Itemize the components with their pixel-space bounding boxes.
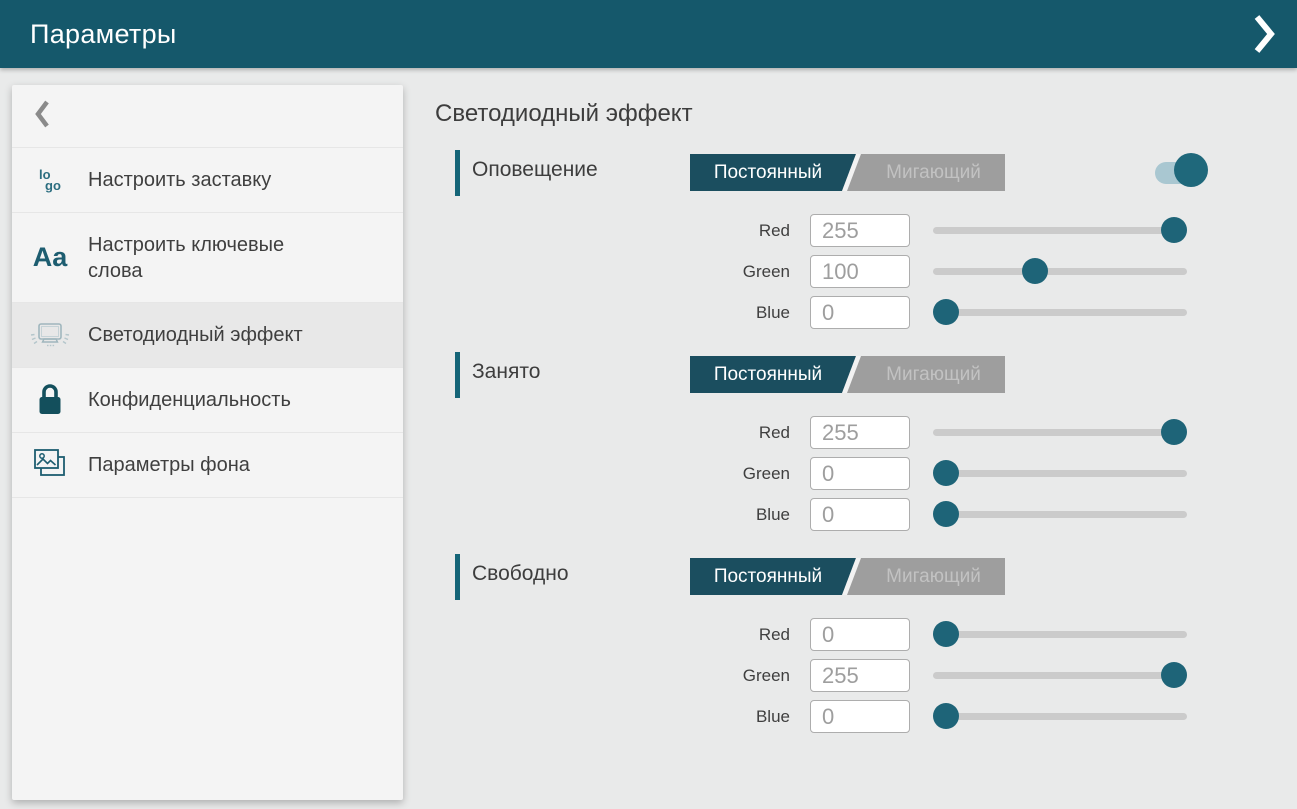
green-label: Green	[455, 464, 790, 484]
sidebar-item-privacy[interactable]: Конфиденциальность	[12, 368, 403, 433]
green-slider[interactable]	[933, 659, 1187, 692]
red-value-input[interactable]	[810, 618, 910, 651]
section-notification: Оповещение Мигающий Постоянный Red	[455, 150, 1245, 196]
slider-thumb[interactable]	[933, 703, 959, 729]
blue-value-input[interactable]	[810, 498, 910, 531]
slider-track	[933, 268, 1187, 275]
red-row: Red	[455, 214, 1245, 247]
green-row: Green	[455, 457, 1245, 490]
green-value-input[interactable]	[810, 457, 910, 490]
sidebar-item-led-effect[interactable]: Светодиодный эффект	[12, 303, 403, 368]
sidebar-item-label: Параметры фона	[88, 442, 260, 488]
lock-icon	[12, 382, 88, 418]
red-slider[interactable]	[933, 214, 1187, 247]
blue-row: Blue	[455, 498, 1245, 531]
section-name: Занято	[472, 360, 540, 384]
sidebar-item-label: Конфиденциальность	[88, 377, 301, 423]
slider-thumb[interactable]	[933, 621, 959, 647]
sidebar-item-screensaver[interactable]: logo Настроить заставку	[12, 148, 403, 213]
section-name: Свободно	[472, 562, 569, 586]
blue-label: Blue	[455, 707, 790, 727]
section-name: Оповещение	[472, 158, 598, 182]
slider-track	[933, 470, 1187, 477]
notification-enabled-toggle[interactable]	[1155, 150, 1211, 190]
app-title: Параметры	[30, 19, 177, 50]
slider-thumb[interactable]	[1161, 419, 1187, 445]
mode-option-blinking[interactable]: Мигающий	[862, 558, 1005, 595]
slider-track	[933, 429, 1187, 436]
free-mode-segmented: Мигающий Постоянный	[690, 558, 1005, 595]
red-label: Red	[455, 423, 790, 443]
red-slider[interactable]	[933, 416, 1187, 449]
slider-thumb[interactable]	[1022, 258, 1048, 284]
red-value-input[interactable]	[810, 214, 910, 247]
mode-option-blinking[interactable]: Мигающий	[862, 356, 1005, 393]
slider-track	[933, 672, 1187, 679]
mode-option-solid[interactable]: Постоянный	[690, 558, 856, 595]
section-accent-bar	[455, 150, 460, 196]
app-header: Параметры	[0, 0, 1297, 68]
blue-row: Blue	[455, 700, 1245, 733]
blue-value-input[interactable]	[810, 700, 910, 733]
slider-thumb[interactable]	[933, 460, 959, 486]
section-busy: Занято Мигающий Постоянный Red Green	[455, 352, 1245, 398]
toggle-knob	[1174, 153, 1208, 187]
sidebar-item-background[interactable]: Параметры фона	[12, 433, 403, 498]
slider-thumb[interactable]	[1161, 217, 1187, 243]
green-row: Green	[455, 659, 1245, 692]
green-label: Green	[455, 666, 790, 686]
sidebar-item-label: Светодиодный эффект	[88, 312, 313, 358]
blue-slider[interactable]	[933, 296, 1187, 329]
red-label: Red	[455, 221, 790, 241]
sidebar-item-label: Настроить заставку	[88, 157, 281, 203]
sidebar-collapse-button[interactable]	[12, 85, 403, 148]
chevron-right-icon[interactable]	[1249, 11, 1279, 57]
green-slider[interactable]	[933, 255, 1187, 288]
sidebar-item-label: Настроить ключевые слова	[88, 222, 338, 294]
page-title: Светодиодный эффект	[435, 100, 693, 128]
mode-option-solid[interactable]: Постоянный	[690, 356, 856, 393]
keywords-icon: Aa	[12, 242, 88, 273]
sidebar-item-keywords[interactable]: Aa Настроить ключевые слова	[12, 213, 403, 303]
red-row: Red	[455, 416, 1245, 449]
section-free: Свободно Мигающий Постоянный Red Green	[455, 554, 1245, 600]
notification-mode-segmented: Мигающий Постоянный	[690, 154, 1005, 191]
green-slider[interactable]	[933, 457, 1187, 490]
mode-option-solid[interactable]: Постоянный	[690, 154, 856, 191]
blue-label: Blue	[455, 303, 790, 323]
slider-track	[933, 631, 1187, 638]
section-accent-bar	[455, 554, 460, 600]
slider-track	[933, 511, 1187, 518]
slider-track	[933, 713, 1187, 720]
section-accent-bar	[455, 352, 460, 398]
blue-value-input[interactable]	[810, 296, 910, 329]
led-monitor-icon	[12, 318, 88, 352]
green-value-input[interactable]	[810, 255, 910, 288]
blue-slider[interactable]	[933, 498, 1187, 531]
blue-slider[interactable]	[933, 700, 1187, 733]
red-value-input[interactable]	[810, 416, 910, 449]
slider-track	[933, 227, 1187, 234]
slider-track	[933, 309, 1187, 316]
green-row: Green	[455, 255, 1245, 288]
slider-thumb[interactable]	[1161, 662, 1187, 688]
background-images-icon	[12, 448, 88, 482]
chevron-left-icon	[34, 99, 50, 134]
green-value-input[interactable]	[810, 659, 910, 692]
red-slider[interactable]	[933, 618, 1187, 651]
settings-sidebar: logo Настроить заставку Aa Настроить клю…	[12, 85, 403, 800]
red-row: Red	[455, 618, 1245, 651]
red-label: Red	[455, 625, 790, 645]
slider-thumb[interactable]	[933, 501, 959, 527]
busy-mode-segmented: Мигающий Постоянный	[690, 356, 1005, 393]
slider-thumb[interactable]	[933, 299, 959, 325]
mode-option-blinking[interactable]: Мигающий	[862, 154, 1005, 191]
blue-row: Blue	[455, 296, 1245, 329]
green-label: Green	[455, 262, 790, 282]
blue-label: Blue	[455, 505, 790, 525]
logo-icon: logo	[12, 169, 88, 191]
led-effect-page: Светодиодный эффект Оповещение Мигающий …	[435, 85, 1250, 809]
